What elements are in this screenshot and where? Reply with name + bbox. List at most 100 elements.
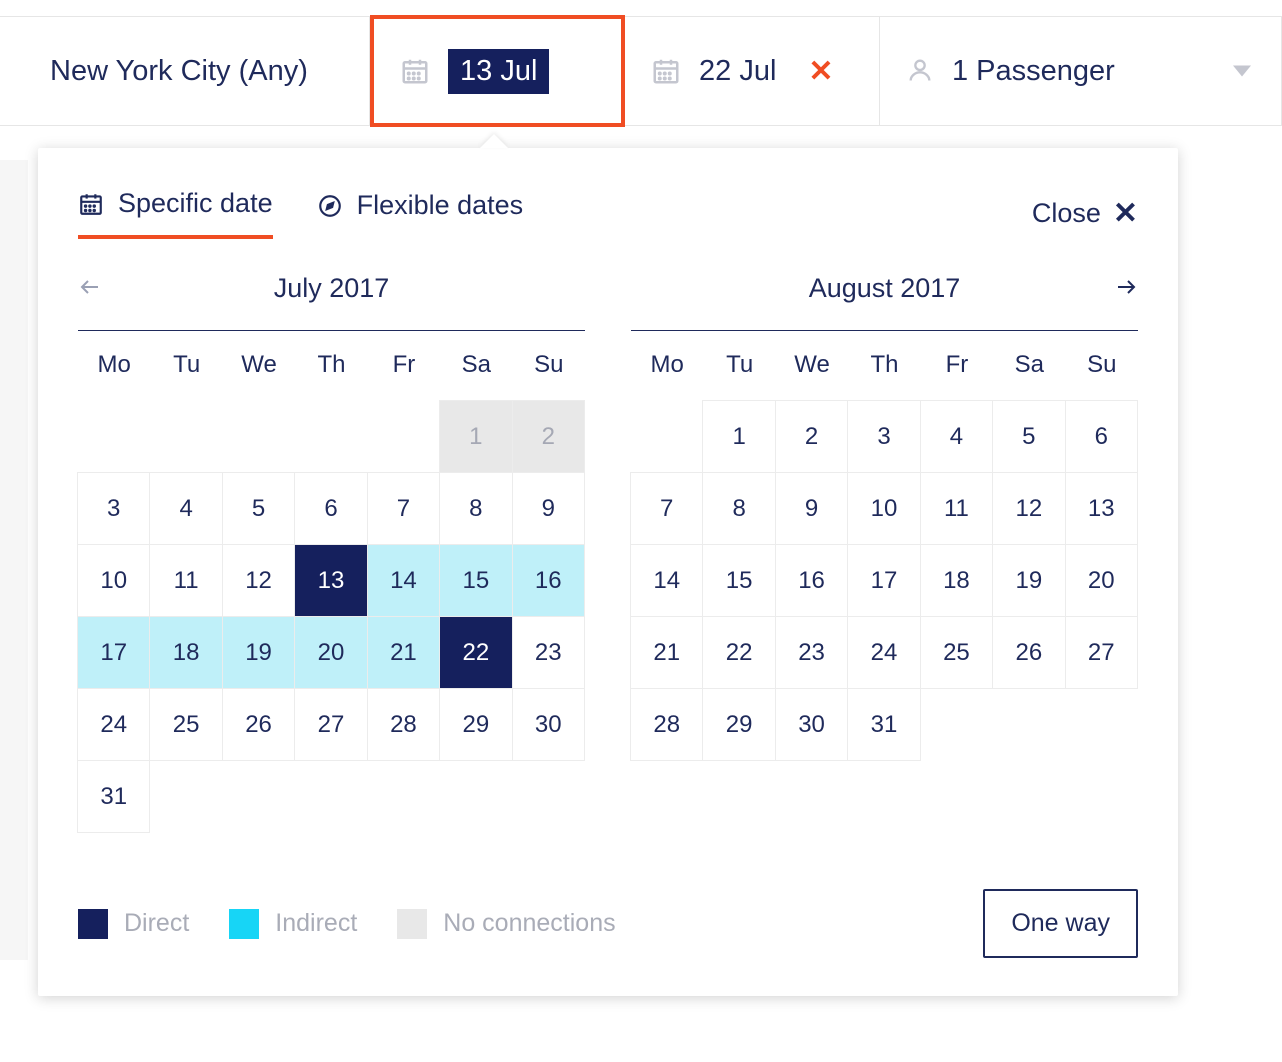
calendar-day[interactable]: 27 — [1065, 616, 1138, 689]
depart-date-field[interactable]: 13 Jul — [370, 15, 625, 127]
calendar-day[interactable]: 10 — [77, 544, 150, 617]
calendar-day[interactable]: 15 — [702, 544, 775, 617]
tab-specific-date[interactable]: Specific date — [78, 188, 273, 239]
calendar-day[interactable]: 31 — [77, 760, 150, 833]
calendar-day[interactable]: 5 — [222, 472, 295, 545]
chevron-down-icon — [1233, 66, 1251, 77]
tab-flexible-dates[interactable]: Flexible dates — [317, 190, 524, 237]
calendar-day[interactable]: 5 — [992, 400, 1065, 473]
passengers-field[interactable]: 1 Passenger — [880, 17, 1282, 125]
dow-label: Su — [513, 351, 585, 379]
calendar-day[interactable]: 11 — [920, 472, 993, 545]
calendar-day[interactable]: 22 — [439, 616, 512, 689]
calendar-day[interactable]: 30 — [512, 688, 585, 761]
dow-label: We — [223, 351, 295, 379]
calendar-day[interactable]: 17 — [77, 616, 150, 689]
calendar-day[interactable]: 21 — [367, 616, 440, 689]
calendar-day[interactable]: 16 — [775, 544, 848, 617]
calendar-day[interactable]: 31 — [847, 688, 920, 761]
calendar-day[interactable]: 19 — [222, 616, 295, 689]
tab-label: Specific date — [118, 188, 273, 219]
dow-label: Sa — [993, 351, 1065, 379]
calendar-day[interactable]: 6 — [294, 472, 367, 545]
calendar-day[interactable]: 17 — [847, 544, 920, 617]
calendar-day[interactable]: 7 — [630, 472, 703, 545]
calendar-day[interactable]: 9 — [512, 472, 585, 545]
calendar-day[interactable]: 14 — [630, 544, 703, 617]
legend: Direct Indirect No connections One way — [78, 889, 1138, 958]
calendar-day[interactable]: 29 — [702, 688, 775, 761]
calendar-day[interactable]: 24 — [77, 688, 150, 761]
dow-label: Mo — [631, 351, 703, 379]
calendar-day[interactable]: 4 — [149, 472, 222, 545]
calendar-day[interactable]: 28 — [367, 688, 440, 761]
calendar-day[interactable]: 7 — [367, 472, 440, 545]
calendar-day[interactable]: 12 — [992, 472, 1065, 545]
close-label: Close — [1032, 198, 1101, 229]
calendar-day[interactable]: 12 — [222, 544, 295, 617]
legend-label-indirect: Indirect — [275, 909, 357, 938]
return-date-field[interactable]: 22 Jul ✕ — [625, 17, 880, 125]
close-button[interactable]: Close ✕ — [1032, 196, 1138, 231]
calendar-cell-empty — [630, 400, 703, 473]
destination-field[interactable]: New York City (Any) — [0, 17, 370, 125]
dow-label: Sa — [440, 351, 512, 379]
destination-text: New York City (Any) — [50, 55, 308, 88]
calendar-day[interactable]: 21 — [630, 616, 703, 689]
calendar-day[interactable]: 10 — [847, 472, 920, 545]
calendar-day[interactable]: 3 — [847, 400, 920, 473]
calendar-cell-empty — [992, 688, 1065, 761]
prev-month-arrow-icon[interactable] — [78, 275, 102, 299]
calendar-grid: 1234567891011121314151617181920212223242… — [78, 401, 585, 833]
calendar-day[interactable]: 16 — [512, 544, 585, 617]
calendar-day[interactable]: 15 — [439, 544, 512, 617]
calendar-day[interactable]: 19 — [992, 544, 1065, 617]
next-month-arrow-icon[interactable] — [1114, 275, 1138, 299]
calendar-day[interactable]: 26 — [222, 688, 295, 761]
calendar-day[interactable]: 1 — [702, 400, 775, 473]
calendar-cell-empty — [149, 400, 222, 473]
calendar-day[interactable]: 27 — [294, 688, 367, 761]
depart-date-value: 13 Jul — [448, 49, 549, 94]
calendar-day[interactable]: 25 — [920, 616, 993, 689]
calendar-day[interactable]: 30 — [775, 688, 848, 761]
month-august: August 2017 MoTuWeThFrSaSu 1234567891011… — [631, 273, 1138, 833]
calendar-day[interactable]: 22 — [702, 616, 775, 689]
legend-label-direct: Direct — [124, 909, 189, 938]
one-way-button[interactable]: One way — [983, 889, 1138, 958]
calendar-day[interactable]: 18 — [920, 544, 993, 617]
calendar-day[interactable]: 8 — [439, 472, 512, 545]
legend-swatch-noconn — [397, 909, 427, 939]
background-strip — [0, 160, 28, 960]
calendar-day[interactable]: 29 — [439, 688, 512, 761]
calendar-day[interactable]: 24 — [847, 616, 920, 689]
calendar-day[interactable]: 18 — [149, 616, 222, 689]
dow-label: Tu — [703, 351, 775, 379]
calendar-cell-empty — [439, 760, 512, 833]
calendar-day[interactable]: 28 — [630, 688, 703, 761]
calendar-cell-empty — [149, 760, 222, 833]
compass-icon — [317, 193, 343, 219]
calendar-day[interactable]: 9 — [775, 472, 848, 545]
calendar-day[interactable]: 3 — [77, 472, 150, 545]
calendar-day[interactable]: 14 — [367, 544, 440, 617]
calendar-day[interactable]: 2 — [775, 400, 848, 473]
legend-swatch-indirect — [229, 909, 259, 939]
months-container: July 2017 MoTuWeThFrSaSu 123456789101112… — [78, 273, 1138, 833]
calendar-day[interactable]: 23 — [775, 616, 848, 689]
calendar-day: 2 — [512, 400, 585, 473]
calendar-day[interactable]: 13 — [294, 544, 367, 617]
clear-return-date-icon[interactable]: ✕ — [808, 54, 833, 89]
calendar-day[interactable]: 11 — [149, 544, 222, 617]
calendar-day[interactable]: 23 — [512, 616, 585, 689]
close-icon: ✕ — [1113, 196, 1138, 231]
calendar-day[interactable]: 26 — [992, 616, 1065, 689]
calendar-day[interactable]: 20 — [294, 616, 367, 689]
calendar-day[interactable]: 25 — [149, 688, 222, 761]
calendar-day[interactable]: 4 — [920, 400, 993, 473]
calendar-day[interactable]: 13 — [1065, 472, 1138, 545]
calendar-day[interactable]: 8 — [702, 472, 775, 545]
calendar-day[interactable]: 20 — [1065, 544, 1138, 617]
day-of-week-header: MoTuWeThFrSaSu — [78, 351, 585, 379]
calendar-day[interactable]: 6 — [1065, 400, 1138, 473]
